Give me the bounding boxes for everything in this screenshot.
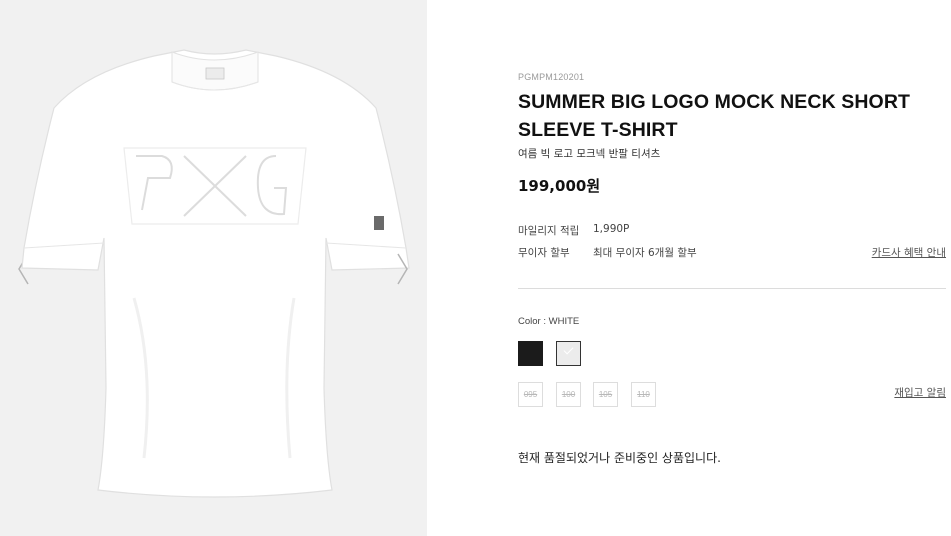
color-label: Color : WHITE	[518, 316, 580, 327]
card-benefit-link[interactable]: 카드사 혜택 안내	[872, 245, 946, 260]
product-price: 199,000원	[518, 177, 601, 195]
mileage-label: 마일리지 적립	[518, 225, 580, 237]
product-subtitle: 여름 빅 로고 모크넥 반팔 티셔츠	[518, 148, 661, 160]
size-option-095[interactable]: 095	[518, 382, 543, 407]
product-gallery	[0, 0, 427, 536]
product-sku: PGMPM120201	[518, 72, 585, 82]
product-info: PGMPM120201 SUMMER BIG LOGO MOCK NECK SH…	[518, 0, 948, 536]
restock-alert-link[interactable]: 재입고 알림	[894, 385, 946, 400]
color-swatch-white[interactable]	[556, 341, 581, 366]
chevron-right-icon[interactable]	[394, 252, 410, 286]
size-option-105[interactable]: 105	[593, 382, 618, 407]
mileage-value: 1,990P	[593, 223, 630, 235]
product-image	[21, 49, 410, 498]
installment-value: 최대 무이자 6개월 할부	[593, 247, 697, 259]
size-option-110[interactable]: 110	[631, 382, 656, 407]
soldout-message: 현재 품절되었거나 준비중인 상품입니다.	[518, 451, 721, 465]
size-option-100[interactable]: 100	[556, 382, 581, 407]
installment-label: 무이자 할부	[518, 247, 570, 259]
divider	[518, 288, 946, 289]
check-icon	[563, 344, 574, 355]
color-swatch-black[interactable]	[518, 341, 543, 366]
product-title: SUMMER BIG LOGO MOCK NECK SHORT SLEEVE T…	[518, 91, 911, 141]
